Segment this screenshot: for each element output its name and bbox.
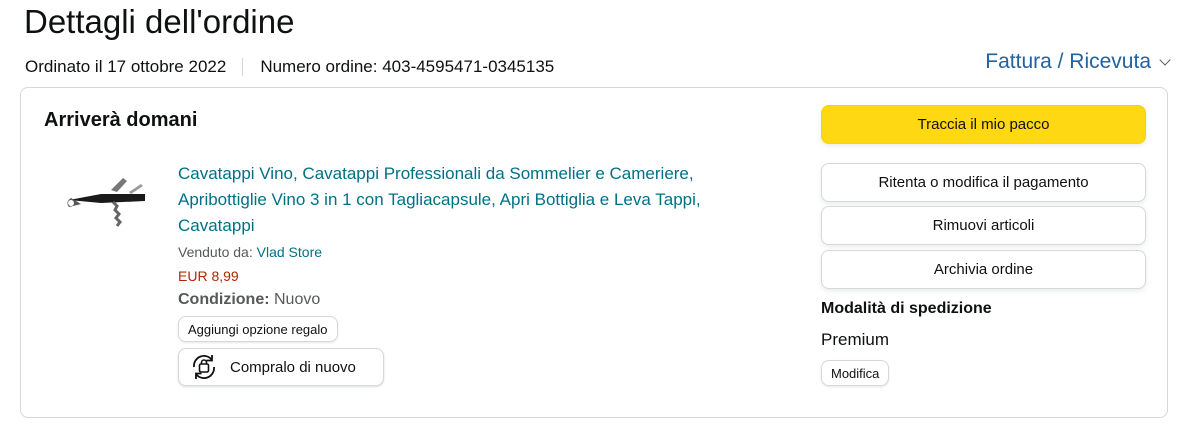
page-title: Dettagli dell'ordine — [24, 3, 295, 40]
product-title-link[interactable]: Cavatappi Vino, Cavatappi Professionali … — [178, 161, 778, 239]
condition-label: Condizione: — [178, 291, 270, 308]
invoice-label: Fattura / Ricevuta — [985, 50, 1151, 73]
divider — [242, 58, 244, 76]
order-date: Ordinato il 17 ottobre 2022 — [25, 57, 227, 76]
product-info: Cavatappi Vino, Cavatappi Professionali … — [178, 161, 778, 386]
add-gift-option-button[interactable]: Aggiungi opzione regalo — [178, 316, 338, 342]
seller-link[interactable]: Vlad Store — [257, 244, 322, 260]
track-package-button[interactable]: Traccia il mio pacco — [821, 105, 1146, 144]
item-price: EUR 8,99 — [178, 268, 239, 284]
shipment-card: Arriverà domani Cavatappi Vino, Cavatapp… — [20, 87, 1168, 418]
archive-order-button[interactable]: Archivia ordine — [821, 250, 1146, 289]
product-image[interactable] — [61, 170, 153, 232]
remove-items-button[interactable]: Rimuovi articoli — [821, 206, 1146, 245]
edit-shipping-button[interactable]: Modifica — [821, 360, 890, 386]
buy-again-button[interactable]: Compralo di nuovo — [178, 348, 384, 386]
seller-line: Venduto da: Vlad Store — [178, 241, 778, 263]
invoice-dropdown[interactable]: Fattura / Ricevuta — [985, 50, 1171, 74]
item-condition: Condizione: Nuovo — [178, 288, 778, 312]
shipping-method-title: Modalità di spedizione — [821, 300, 992, 317]
buy-again-label: Compralo di nuovo — [230, 358, 356, 376]
order-meta: Ordinato il 17 ottobre 2022 Numero ordin… — [25, 56, 554, 78]
buy-again-icon — [193, 355, 215, 379]
chevron-down-icon — [1159, 53, 1171, 66]
condition-value: Nuovo — [274, 291, 321, 308]
order-number: Numero ordine: 403-4595471-0345135 — [260, 57, 555, 76]
retry-payment-button[interactable]: Ritenta o modifica il pagamento — [821, 163, 1146, 202]
sold-by-label: Venduto da: — [178, 244, 253, 260]
delivery-status: Arriverà domani — [44, 109, 198, 131]
shipping-method-value: Premium — [821, 330, 890, 349]
